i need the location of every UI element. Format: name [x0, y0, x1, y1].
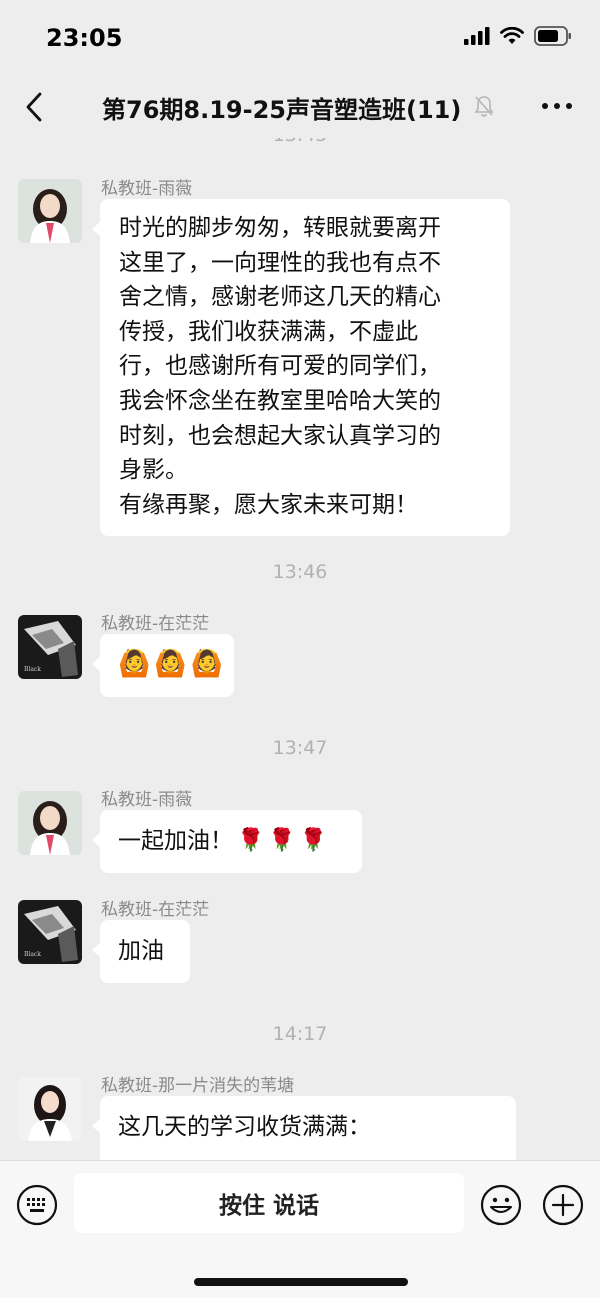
avatar[interactable] — [18, 1077, 82, 1141]
smiley-icon[interactable] — [480, 1184, 522, 1226]
status-time: 23:05 — [46, 24, 123, 52]
avatar[interactable] — [18, 791, 82, 855]
chat-header: 第76期8.19-25声音塑造班(11) — [0, 76, 600, 138]
sender-name: 私教班-雨薇 — [101, 179, 193, 199]
emoji-row: 🙆 🙆 🙆 — [118, 648, 234, 680]
chevron-left-icon[interactable] — [20, 90, 50, 124]
avatar[interactable]: Black — [18, 615, 82, 679]
rose-emoji: 🌹 — [268, 828, 296, 853]
rose-emoji: 🌹 — [299, 828, 328, 853]
svg-text:Black: Black — [24, 951, 41, 958]
sender-name: 私教班-在茫茫 — [101, 900, 210, 920]
message-text: 时光的脚步匆匆，转眼就要离开 这里了，一向理性的我也有点不 舍之情，感谢老师这几… — [119, 215, 441, 518]
input-bar: 按住 说话 — [0, 1160, 600, 1298]
sender-name: 私教班-雨薇 — [101, 790, 193, 810]
message-list[interactable]: 13:45 私教班-雨薇 时光的脚步匆匆，转眼就要离开 这里了，一向理性的我也有… — [0, 138, 600, 1160]
chat-title: 第76期8.19-25声音塑造班(11) — [102, 96, 462, 124]
message-bubble[interactable]: 加油 — [92, 920, 190, 983]
cellular-signal-icon — [464, 27, 490, 45]
avatar[interactable]: Black — [18, 900, 82, 964]
sender-name: 私教班-在茫茫 — [101, 614, 210, 634]
hold-to-talk-button[interactable]: 按住 说话 — [74, 1173, 464, 1233]
message-bubble[interactable]: 🙆 🙆 🙆 — [92, 634, 234, 697]
time-divider: 14:17 — [272, 1023, 328, 1045]
message-text: 这几天的学习收货满满： — [118, 1114, 371, 1140]
battery-icon — [534, 26, 571, 46]
sender-name: 私教班-那一片消失的苇塘 — [101, 1076, 295, 1096]
more-dots-icon[interactable] — [542, 94, 572, 118]
person-gesture-emoji: 🙆 — [190, 649, 224, 679]
wifi-icon — [500, 27, 524, 44]
time-divider: 13:45 — [0, 138, 600, 146]
plus-circle-icon[interactable] — [542, 1184, 584, 1226]
avatar[interactable] — [18, 179, 82, 243]
message-bubble[interactable]: 时光的脚步匆匆，转眼就要离开 这里了，一向理性的我也有点不 舍之情，感谢老师这几… — [92, 199, 510, 537]
message-bubble[interactable]: 一起加油！ 🌹 🌹 🌹 — [92, 810, 362, 873]
home-indicator — [194, 1278, 408, 1286]
svg-text:Black: Black — [24, 666, 41, 673]
keyboard-icon[interactable] — [16, 1184, 58, 1226]
status-bar: 23:05 — [0, 0, 600, 76]
bell-muted-icon — [474, 96, 494, 117]
rose-emoji: 🌹 — [237, 828, 265, 853]
person-gesture-emoji: 🙆 — [118, 649, 151, 679]
message-content: 一起加油！ 🌹 🌹 🌹 — [118, 824, 362, 859]
time-divider: 13:47 — [272, 737, 328, 759]
message-bubble[interactable]: 这几天的学习收货满满： — [92, 1096, 516, 1160]
person-gesture-emoji: 🙆 — [154, 649, 187, 679]
message-text: 加油 — [118, 938, 164, 964]
time-divider: 13:46 — [272, 561, 328, 583]
status-icons — [464, 26, 572, 46]
message-text: 一起加油！ — [118, 828, 233, 854]
